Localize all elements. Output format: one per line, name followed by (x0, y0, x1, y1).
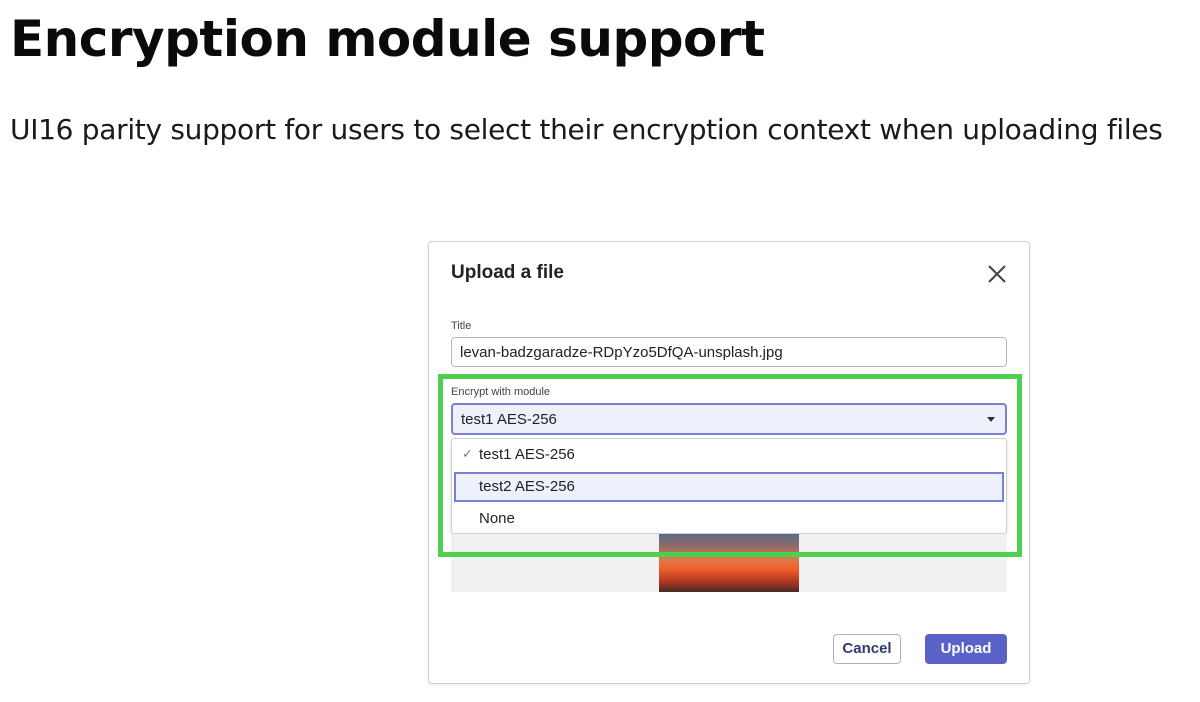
option-test1[interactable]: ✓ test1 AES-256 (454, 440, 1004, 470)
title-field-label: Title (451, 320, 472, 332)
upload-button[interactable]: Upload (925, 634, 1007, 664)
image-preview (659, 534, 799, 592)
option-test2[interactable]: test2 AES-256 (454, 472, 1004, 502)
select-value: test1 AES-256 (461, 411, 557, 428)
slide-heading: Encryption module support (10, 10, 765, 68)
encrypt-options-list: ✓ test1 AES-256 test2 AES-256 None (451, 438, 1007, 534)
option-label: test2 AES-256 (479, 478, 575, 495)
option-none[interactable]: None (454, 504, 1004, 534)
encrypt-field-label: Encrypt with module (451, 386, 551, 398)
checkmark-icon: ✓ (462, 446, 473, 461)
title-input[interactable]: levan-badzgaradze-RDpYzo5DfQA-unsplash.j… (451, 337, 1007, 367)
slide-subheading: UI16 parity support for users to select … (10, 113, 1163, 146)
option-label: None (479, 510, 515, 527)
caret-down-icon (987, 417, 995, 422)
dialog-title: Upload a file (451, 262, 564, 283)
cancel-button[interactable]: Cancel (833, 634, 901, 664)
upload-dialog: Upload a file Title levan-badzgaradze-RD… (428, 241, 1030, 684)
encrypt-module-select[interactable]: test1 AES-256 (451, 403, 1007, 435)
option-label: test1 AES-256 (479, 446, 575, 463)
close-icon[interactable] (983, 260, 1011, 288)
